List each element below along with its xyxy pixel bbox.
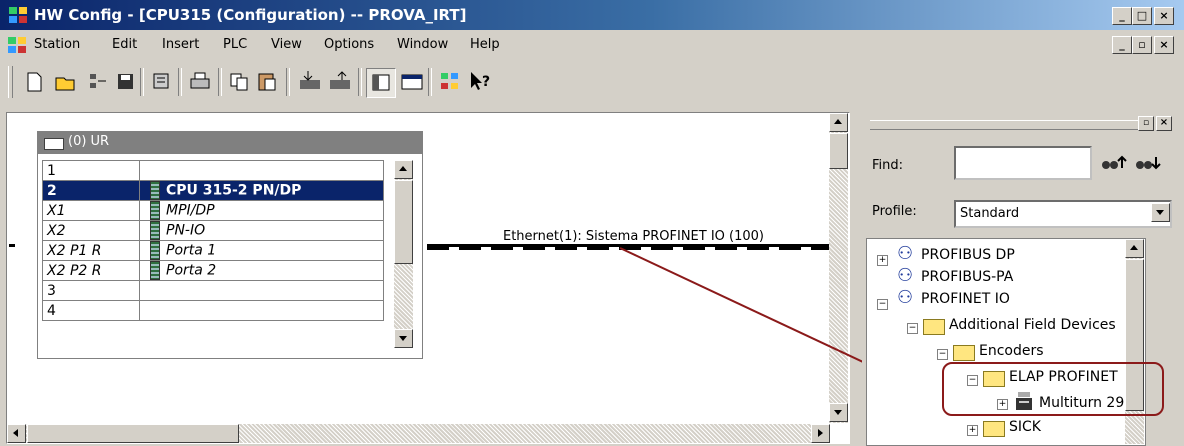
profile-dropdown-button[interactable] bbox=[1151, 203, 1170, 222]
tree-item-profibus-dp[interactable]: PROFIBUS DP bbox=[921, 247, 1015, 263]
highlight-callout bbox=[942, 362, 1164, 416]
collapse-icon[interactable]: − bbox=[907, 323, 918, 334]
tree-item-additional-field-devices[interactable]: Additional Field Devices bbox=[949, 317, 1116, 333]
folder-icon bbox=[953, 345, 975, 361]
collapse-icon[interactable]: − bbox=[877, 299, 888, 310]
catalog-restore-button[interactable]: ▫ bbox=[1138, 116, 1154, 131]
tree-scroll-up-button[interactable] bbox=[1125, 239, 1144, 258]
bus-icon: ⚇ bbox=[897, 287, 914, 308]
catalog-close-button[interactable]: × bbox=[1156, 116, 1172, 131]
find-up-button[interactable] bbox=[1100, 154, 1128, 176]
expand-icon[interactable]: + bbox=[967, 425, 978, 436]
catalog-grip[interactable] bbox=[870, 120, 1138, 130]
expand-icon[interactable]: + bbox=[877, 255, 888, 266]
bus-icon: ⚇ bbox=[897, 265, 914, 286]
profile-select[interactable]: Standard bbox=[954, 200, 1172, 228]
tree-item-profinet-io[interactable]: PROFINET IO bbox=[921, 291, 1010, 307]
tree-item-profibus-pa[interactable]: PROFIBUS-PA bbox=[921, 269, 1013, 285]
profile-value: Standard bbox=[960, 206, 1020, 221]
find-buttons bbox=[1098, 148, 1168, 176]
folder-icon bbox=[923, 319, 945, 335]
tree-item-sick[interactable]: SICK bbox=[1009, 419, 1041, 435]
folder-icon bbox=[983, 421, 1005, 437]
bus-icon: ⚇ bbox=[897, 243, 914, 264]
find-label: Find: bbox=[872, 158, 904, 173]
find-input[interactable] bbox=[954, 146, 1092, 180]
tree-item-encoders[interactable]: Encoders bbox=[979, 343, 1044, 359]
find-down-button[interactable] bbox=[1134, 154, 1162, 176]
profile-label: Profile: bbox=[872, 204, 917, 219]
collapse-icon[interactable]: − bbox=[937, 349, 948, 360]
